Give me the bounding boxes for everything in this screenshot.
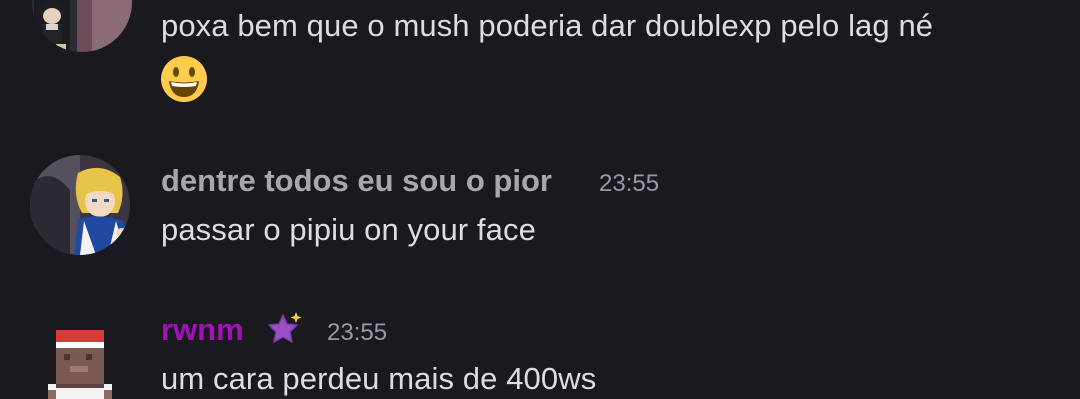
avatar-image	[32, 0, 132, 52]
avatar[interactable]	[32, 0, 132, 52]
message-text: poxa bem que o mush poderia dar doublexp…	[161, 8, 934, 43]
author-name[interactable]: rwnm	[161, 312, 244, 348]
avatar[interactable]	[30, 155, 130, 255]
author-name[interactable]: dentre todos eu sou o pior	[161, 163, 552, 199]
grinning-emoji	[160, 55, 208, 108]
avatar[interactable]	[30, 310, 130, 399]
chat-messages: poxa bem que o mush poderia dar doublexp…	[0, 0, 1080, 399]
timestamp: 23:55	[327, 319, 388, 346]
avatar-image	[30, 155, 130, 255]
message-text: passar o pipiu on your face	[161, 212, 536, 247]
avatar-image	[30, 310, 130, 399]
message-text: um cara perdeu mais de 400ws	[161, 361, 597, 396]
timestamp: 23:55	[599, 170, 660, 197]
sparkle-star-badge[interactable]	[266, 310, 304, 353]
